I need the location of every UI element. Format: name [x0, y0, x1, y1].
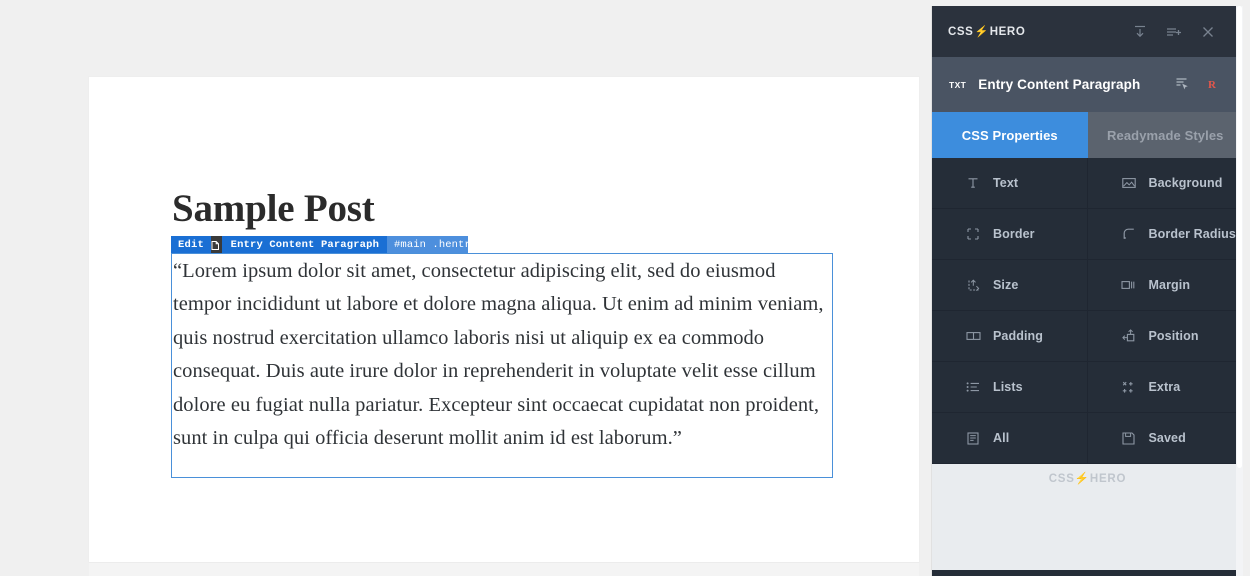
close-icon[interactable] — [1191, 15, 1225, 49]
property-label: Position — [1148, 329, 1199, 343]
css-selector-label[interactable]: #main .hentry .entr — [387, 236, 468, 254]
selected-element-label[interactable]: Entry Content Paragraph — [221, 236, 388, 254]
panel-titlebar: CSS ⚡ HERO — [932, 6, 1243, 57]
txt-badge-icon: TXT — [949, 79, 967, 90]
property-label: Size — [993, 278, 1019, 292]
property-label: All — [993, 431, 1010, 445]
panel-selected-element-name: Entry Content Paragraph — [978, 77, 1141, 92]
property-border[interactable]: Border — [932, 209, 1088, 260]
property-label: Border Radius — [1148, 227, 1236, 241]
property-all[interactable]: All — [932, 413, 1088, 464]
property-label: Saved — [1148, 431, 1186, 445]
padding-icon — [965, 328, 981, 344]
footer-logo-prefix: CSS — [1048, 473, 1075, 485]
panel-scrollbar-thumb[interactable] — [1237, 6, 1242, 468]
property-padding[interactable]: Padding — [932, 311, 1088, 362]
copy-icon[interactable] — [211, 236, 222, 254]
select-element-icon[interactable] — [1167, 70, 1197, 100]
property-position[interactable]: Position — [1087, 311, 1243, 362]
property-label: Text — [993, 176, 1019, 190]
css-hero-panel: CSS ⚡ HERO TXT Entry Content Paragraph R… — [932, 6, 1243, 576]
property-background[interactable]: Background — [1087, 158, 1243, 209]
property-text[interactable]: Text — [932, 158, 1088, 209]
inline-editor-toolbar[interactable]: Edit Entry Content Paragraph #main .hent… — [171, 236, 468, 254]
lists-icon — [965, 379, 981, 395]
position-icon — [1121, 328, 1137, 344]
entry-content-paragraph[interactable]: “Lorem ipsum dolor sit amet, consectetur… — [173, 255, 833, 455]
page-title: Sample Post — [172, 187, 375, 231]
saved-icon — [1121, 430, 1137, 446]
footer-css-hero-logo: CSS⚡HERO — [1049, 471, 1127, 485]
property-saved[interactable]: Saved — [1087, 413, 1243, 464]
all-icon — [965, 430, 981, 446]
border-icon — [965, 226, 981, 242]
panel-tabs: CSS Properties Readymade Styles — [932, 112, 1243, 158]
tab-css-properties[interactable]: CSS Properties — [932, 112, 1088, 158]
property-border-radius[interactable]: Border Radius — [1087, 209, 1243, 260]
property-size[interactable]: Size — [932, 260, 1088, 311]
bolt-icon: ⚡ — [974, 26, 989, 38]
edit-button[interactable]: Edit — [171, 236, 212, 254]
property-label: Border — [993, 227, 1035, 241]
property-label: Background — [1148, 176, 1223, 190]
panel-element-bar: TXT Entry Content Paragraph R — [932, 57, 1243, 112]
collapse-icon[interactable] — [1123, 15, 1157, 49]
tab-readymade-styles[interactable]: Readymade Styles — [1087, 112, 1243, 158]
panel-footer: CSS⚡HERO — [932, 464, 1243, 570]
logo-suffix: HERO — [989, 25, 1026, 38]
property-label: Margin — [1148, 278, 1191, 292]
border-radius-icon — [1121, 226, 1137, 242]
browser-viewport: Sample Post Edit Entry Content Paragraph… — [0, 0, 932, 576]
footer-logo-suffix: HERO — [1089, 473, 1127, 485]
property-lists[interactable]: Lists — [932, 362, 1088, 413]
margin-icon — [1121, 277, 1137, 293]
size-icon — [965, 277, 981, 293]
footer-bolt-icon: ⚡ — [1074, 473, 1090, 485]
logo-prefix: CSS — [948, 25, 974, 38]
property-margin[interactable]: Margin — [1087, 260, 1243, 311]
extra-icon — [1121, 379, 1137, 395]
panel-scrollbar[interactable] — [1236, 6, 1243, 576]
property-label: Lists — [993, 380, 1023, 394]
site-footer-strip — [89, 562, 919, 576]
add-rule-icon[interactable] — [1157, 15, 1191, 49]
css-hero-logo: CSS ⚡ HERO — [948, 25, 1026, 39]
reset-icon[interactable]: R — [1197, 70, 1227, 100]
css-properties-grid: Text Background Border Border Radius Siz… — [932, 158, 1243, 464]
text-icon — [965, 175, 981, 191]
property-label: Extra — [1148, 380, 1181, 394]
property-extra[interactable]: Extra — [1087, 362, 1243, 413]
background-icon — [1121, 175, 1137, 191]
property-label: Padding — [993, 329, 1044, 343]
